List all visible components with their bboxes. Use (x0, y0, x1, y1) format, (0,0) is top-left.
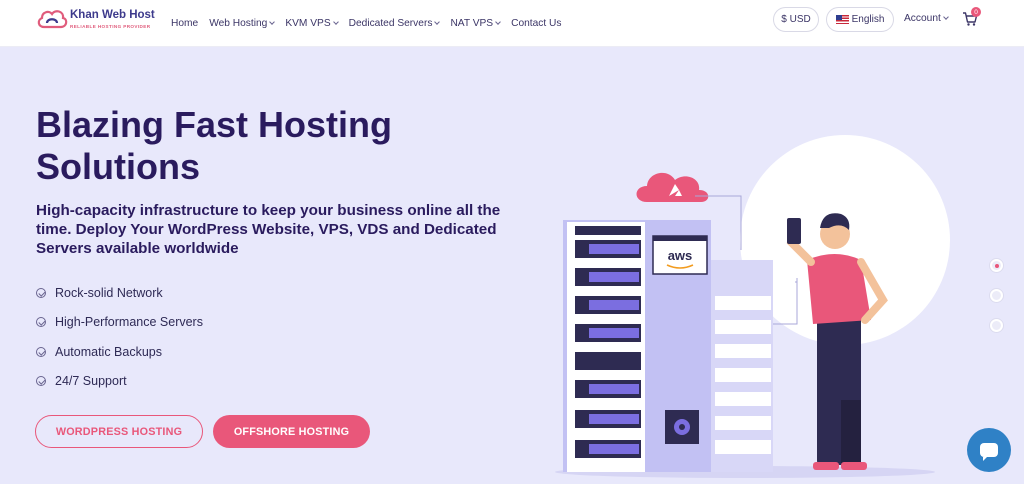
feature-item: 24/7 Support (36, 367, 203, 397)
chevron-down-icon (269, 19, 276, 25)
feature-item: Rock-solid Network (36, 278, 203, 308)
hero-subtitle: High-capacity infrastructure to keep you… (36, 202, 501, 257)
feature-label: Automatic Backups (55, 344, 162, 359)
aws-label: aws (668, 248, 693, 263)
menu-label: Contact Us (511, 18, 562, 29)
chevron-down-icon (942, 14, 949, 20)
brand-logo[interactable]: Khan Web Host RELIABLE HOSTING PROVIDER (36, 6, 166, 40)
chevron-down-icon (434, 19, 441, 25)
pink-cloud-icon (636, 172, 709, 202)
aws-logo-box: aws (652, 235, 708, 275)
menu-label: Dedicated Servers (348, 18, 433, 29)
check-circle-icon (36, 287, 46, 298)
chat-bubble-icon (980, 443, 998, 461)
menu-item-kvm-vps[interactable]: KVM VPS (285, 18, 339, 29)
menu-label: NAT VPS (450, 18, 494, 29)
currency-selector[interactable]: $ USD (773, 7, 819, 32)
account-label: Account (904, 13, 941, 24)
feature-label: Rock-solid Network (55, 285, 163, 300)
feature-label: 24/7 Support (55, 374, 127, 389)
menu-label: KVM VPS (285, 18, 331, 29)
chevron-down-icon (495, 19, 501, 25)
feature-list: Rock-solid Network High-Performance Serv… (36, 278, 203, 396)
chat-widget-button[interactable] (967, 428, 1011, 472)
cart-count-badge: 0 (971, 7, 981, 17)
brand-name: Khan Web Host (70, 9, 155, 21)
currency-label: $ USD (781, 14, 811, 25)
menu-item-home[interactable]: Home (171, 18, 198, 29)
top-navbar: Khan Web Host RELIABLE HOSTING PROVIDER … (0, 0, 1024, 47)
menu-item-contact-us[interactable]: Contact Us (511, 18, 561, 29)
offshore-hosting-button[interactable]: OFFSHORE HOSTING (213, 415, 370, 448)
menu-label: Home (171, 18, 199, 29)
slider-pagination (990, 259, 1003, 349)
slider-dot[interactable] (990, 319, 1003, 332)
hero-illustration: aws (555, 135, 950, 478)
menu-item-dedicated-servers[interactable]: Dedicated Servers (348, 18, 441, 29)
menu-item-nat-vps[interactable]: NAT VPS (450, 18, 501, 29)
language-selector[interactable]: English (826, 7, 894, 32)
check-circle-icon (36, 346, 46, 357)
wordpress-hosting-button[interactable]: WORDPRESS HOSTING (35, 415, 203, 448)
cloud-logo-icon (37, 10, 68, 29)
main-menu: Home Web Hosting KVM VPS Dedicated Serve… (171, 0, 572, 47)
slider-dot[interactable] (990, 259, 1003, 272)
slider-dot[interactable] (990, 289, 1003, 302)
feature-item: Automatic Backups (36, 337, 203, 367)
language-label: English (851, 14, 885, 25)
feature-item: High-Performance Servers (36, 308, 203, 338)
hero-title: Blazing Fast Hosting Solutions (36, 104, 393, 187)
feature-label: High-Performance Servers (55, 315, 203, 330)
check-circle-icon (36, 376, 46, 387)
chevron-down-icon (332, 19, 339, 25)
brand-tagline: RELIABLE HOSTING PROVIDER (70, 24, 151, 29)
us-flag-icon (835, 15, 849, 24)
menu-label: Web Hosting (209, 18, 268, 29)
check-circle-icon (36, 317, 46, 328)
account-menu[interactable]: Account (904, 13, 949, 24)
menu-item-web-hosting[interactable]: Web Hosting (209, 18, 276, 29)
